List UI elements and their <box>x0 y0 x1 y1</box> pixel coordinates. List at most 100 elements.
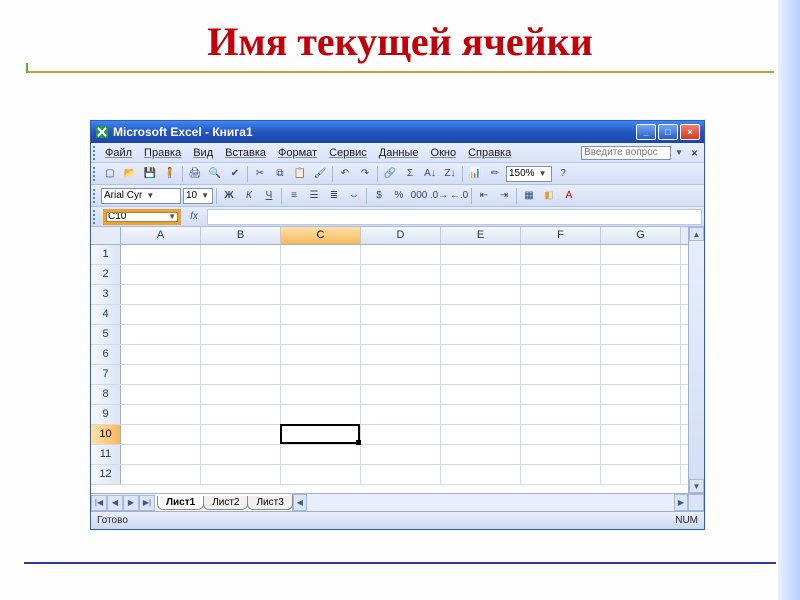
cell-F12[interactable] <box>521 465 601 484</box>
cell-B2[interactable] <box>201 265 281 284</box>
percent-icon[interactable]: % <box>390 187 408 205</box>
cell-E10[interactable] <box>441 425 521 444</box>
cell-F3[interactable] <box>521 285 601 304</box>
menu-insert[interactable]: Вставка <box>219 145 272 161</box>
thousands-icon[interactable]: 000 <box>410 187 428 205</box>
tab-prev-icon[interactable]: ◀ <box>107 495 123 511</box>
col-header-b[interactable]: B <box>201 227 281 244</box>
cell-B12[interactable] <box>201 465 281 484</box>
chart-wizard-icon[interactable]: 📊 <box>466 165 484 183</box>
maximize-button[interactable]: □ <box>658 124 678 140</box>
cell-E11[interactable] <box>441 445 521 464</box>
row-header-2[interactable]: 2 <box>91 265 121 284</box>
align-center-icon[interactable]: ☰ <box>305 187 323 205</box>
cell-C6[interactable] <box>281 345 361 364</box>
cell-C12[interactable] <box>281 465 361 484</box>
select-all-button[interactable] <box>91 227 121 244</box>
menu-view[interactable]: Вид <box>187 145 219 161</box>
decrease-indent-icon[interactable]: ⇤ <box>475 187 493 205</box>
currency-icon[interactable]: $ <box>370 187 388 205</box>
cell-F6[interactable] <box>521 345 601 364</box>
row-header-11[interactable]: 11 <box>91 445 121 464</box>
cell-E9[interactable] <box>441 405 521 424</box>
cell-C10[interactable] <box>281 425 361 444</box>
cell-C7[interactable] <box>281 365 361 384</box>
horizontal-scrollbar[interactable]: ◀ ▶ <box>292 494 688 511</box>
increase-decimal-icon[interactable]: .0→ <box>430 187 448 205</box>
autosum-icon[interactable]: Σ <box>401 165 419 183</box>
cell-B9[interactable] <box>201 405 281 424</box>
copy-icon[interactable]: ⧉ <box>271 165 289 183</box>
permission-icon[interactable]: 🧍 <box>161 165 179 183</box>
cell-D3[interactable] <box>361 285 441 304</box>
cell-D4[interactable] <box>361 305 441 324</box>
cell-E6[interactable] <box>441 345 521 364</box>
name-box[interactable]: C10 ▼ <box>103 209 181 225</box>
cell-B4[interactable] <box>201 305 281 324</box>
cell-G11[interactable] <box>601 445 681 464</box>
cell-A4[interactable] <box>121 305 201 324</box>
new-icon[interactable]: ▢ <box>101 165 119 183</box>
cell-D2[interactable] <box>361 265 441 284</box>
col-header-f[interactable]: F <box>521 227 601 244</box>
zoom-combo[interactable]: 150% ▼ <box>506 166 552 182</box>
cell-A8[interactable] <box>121 385 201 404</box>
menu-window[interactable]: Окно <box>425 145 463 161</box>
row-header-10[interactable]: 10 <box>91 425 121 444</box>
cell-F10[interactable] <box>521 425 601 444</box>
align-left-icon[interactable]: ≡ <box>285 187 303 205</box>
row-header-5[interactable]: 5 <box>91 325 121 344</box>
cell-D7[interactable] <box>361 365 441 384</box>
cell-F4[interactable] <box>521 305 601 324</box>
menu-file[interactable]: Файл <box>99 145 138 161</box>
fx-button[interactable]: fx <box>185 209 203 225</box>
cell-D6[interactable] <box>361 345 441 364</box>
cell-D11[interactable] <box>361 445 441 464</box>
cell-D8[interactable] <box>361 385 441 404</box>
cell-C5[interactable] <box>281 325 361 344</box>
cell-A7[interactable] <box>121 365 201 384</box>
cell-G9[interactable] <box>601 405 681 424</box>
sort-asc-icon[interactable]: A↓ <box>421 165 439 183</box>
cell-A5[interactable] <box>121 325 201 344</box>
col-header-g[interactable]: G <box>601 227 681 244</box>
row-header-1[interactable]: 1 <box>91 245 121 264</box>
cell-B6[interactable] <box>201 345 281 364</box>
spelling-icon[interactable]: ✔ <box>226 165 244 183</box>
cell-C8[interactable] <box>281 385 361 404</box>
cell-B8[interactable] <box>201 385 281 404</box>
doc-close-button[interactable]: × <box>687 146 702 160</box>
tab-last-icon[interactable]: ▶| <box>139 495 155 511</box>
row-header-9[interactable]: 9 <box>91 405 121 424</box>
format-painter-icon[interactable]: 🖌 <box>311 165 329 183</box>
cell-F7[interactable] <box>521 365 601 384</box>
fbar-handle-icon[interactable] <box>93 210 97 224</box>
undo-icon[interactable]: ↶ <box>336 165 354 183</box>
cell-F5[interactable] <box>521 325 601 344</box>
name-box-dropdown-icon[interactable]: ▼ <box>168 212 176 221</box>
menu-tools[interactable]: Сервис <box>323 145 373 161</box>
merge-center-icon[interactable]: ⇔ <box>345 187 363 205</box>
menu-format[interactable]: Формат <box>272 145 323 161</box>
cell-G5[interactable] <box>601 325 681 344</box>
row-header-8[interactable]: 8 <box>91 385 121 404</box>
scroll-right-icon[interactable]: ▶ <box>674 494 688 511</box>
sheet-tab-1[interactable]: Лист1 <box>157 496 204 510</box>
cell-D5[interactable] <box>361 325 441 344</box>
sheet-tab-3[interactable]: Лист3 <box>247 496 292 510</box>
paste-icon[interactable]: 📋 <box>291 165 309 183</box>
vertical-scrollbar[interactable]: ▲ ▼ <box>688 227 704 493</box>
row-header-3[interactable]: 3 <box>91 285 121 304</box>
cell-A1[interactable] <box>121 245 201 264</box>
underline-button[interactable]: Ч <box>260 187 278 205</box>
help-search-input[interactable] <box>581 146 671 160</box>
tab-next-icon[interactable]: ▶ <box>123 495 139 511</box>
cell-F9[interactable] <box>521 405 601 424</box>
row-header-12[interactable]: 12 <box>91 465 121 484</box>
increase-indent-icon[interactable]: ⇥ <box>495 187 513 205</box>
cell-G1[interactable] <box>601 245 681 264</box>
cell-G4[interactable] <box>601 305 681 324</box>
menubar-handle-icon[interactable] <box>93 146 97 160</box>
sheet-tab-2[interactable]: Лист2 <box>203 496 248 510</box>
cell-C9[interactable] <box>281 405 361 424</box>
